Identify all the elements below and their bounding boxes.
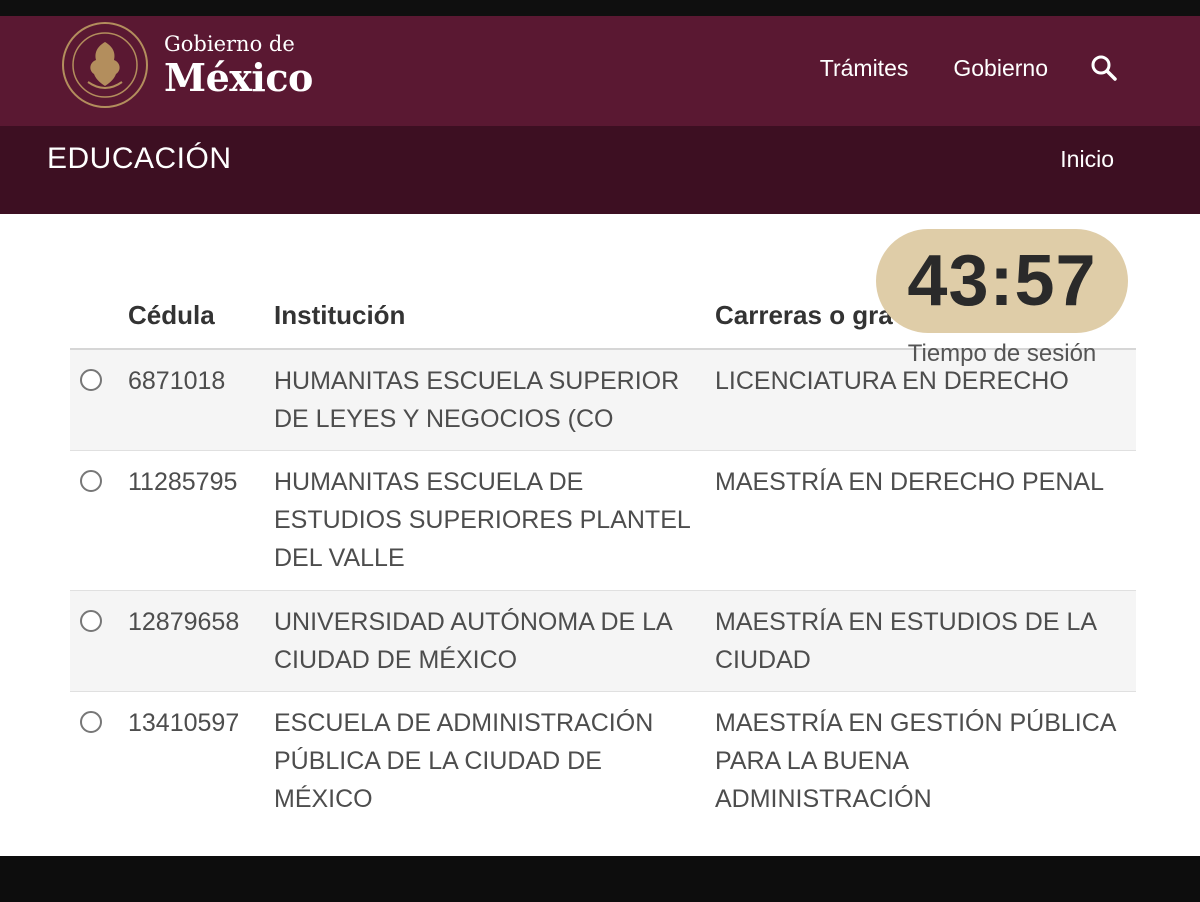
row-radio-button[interactable] (80, 610, 102, 632)
bottom-bezel (0, 856, 1200, 902)
column-header-institucion: Institución (274, 300, 406, 330)
cell-cedula: 13410597 (128, 709, 240, 737)
cedulas-table: Cédula Institución Carreras o gra 687101… (70, 296, 1136, 832)
cell-cedula: 12879658 (128, 608, 240, 636)
search-icon[interactable] (1090, 54, 1118, 82)
main-navbar: Gobierno de México Trámites Gobierno (0, 16, 1200, 126)
row-radio-button[interactable] (80, 711, 102, 733)
cell-carrera: MAESTRÍA EN ESTUDIOS DE LA CIUDAD (715, 608, 1096, 674)
cell-institucion: UNIVERSIDAD AUTÓNOMA DE LA CIUDAD DE MÉX… (274, 608, 672, 674)
national-seal-icon (62, 22, 148, 108)
cell-institucion: HUMANITAS ESCUELA SUPERIOR DE LEYES Y NE… (274, 367, 680, 433)
table-row[interactable]: 11285795 HUMANITAS ESCUELA DE ESTUDIOS S… (70, 451, 1136, 591)
cell-cedula: 6871018 (128, 367, 226, 395)
table-row[interactable]: 13410597 ESCUELA DE ADMINISTRACIÓN PÚBLI… (70, 692, 1136, 832)
logo-small-text: Gobierno de (164, 31, 295, 56)
row-radio-button[interactable] (80, 369, 102, 391)
top-bezel (0, 0, 1200, 16)
column-header-carreras: Carreras o gra (715, 300, 893, 330)
nav-link-gobierno[interactable]: Gobierno (953, 55, 1048, 82)
cell-cedula: 11285795 (128, 468, 238, 496)
cell-institucion: HUMANITAS ESCUELA DE ESTUDIOS SUPERIORES… (274, 468, 690, 572)
column-header-cedula: Cédula (128, 300, 215, 330)
session-timer: 43:57 (876, 229, 1128, 333)
nav-link-tramites[interactable]: Trámites (820, 55, 909, 82)
section-title: EDUCACIÓN (47, 142, 232, 175)
home-link[interactable]: Inicio (1060, 146, 1114, 173)
nav-links: Trámites Gobierno (820, 54, 1118, 82)
session-timer-label: Tiempo de sesión (907, 340, 1097, 367)
section-header: EDUCACIÓN Inicio (0, 126, 1200, 214)
row-radio-button[interactable] (80, 470, 102, 492)
cell-carrera: MAESTRÍA EN DERECHO PENAL (715, 468, 1104, 496)
gobierno-mexico-logo[interactable]: Gobierno de México (60, 20, 313, 110)
logo-big-text: México (164, 54, 313, 100)
table-row[interactable]: 12879658 UNIVERSIDAD AUTÓNOMA DE LA CIUD… (70, 591, 1136, 692)
cell-carrera: MAESTRÍA EN GESTIÓN PÚBLICA PARA LA BUEN… (715, 709, 1116, 813)
cell-institucion: ESCUELA DE ADMINISTRACIÓN PÚBLICA DE LA … (274, 709, 654, 813)
